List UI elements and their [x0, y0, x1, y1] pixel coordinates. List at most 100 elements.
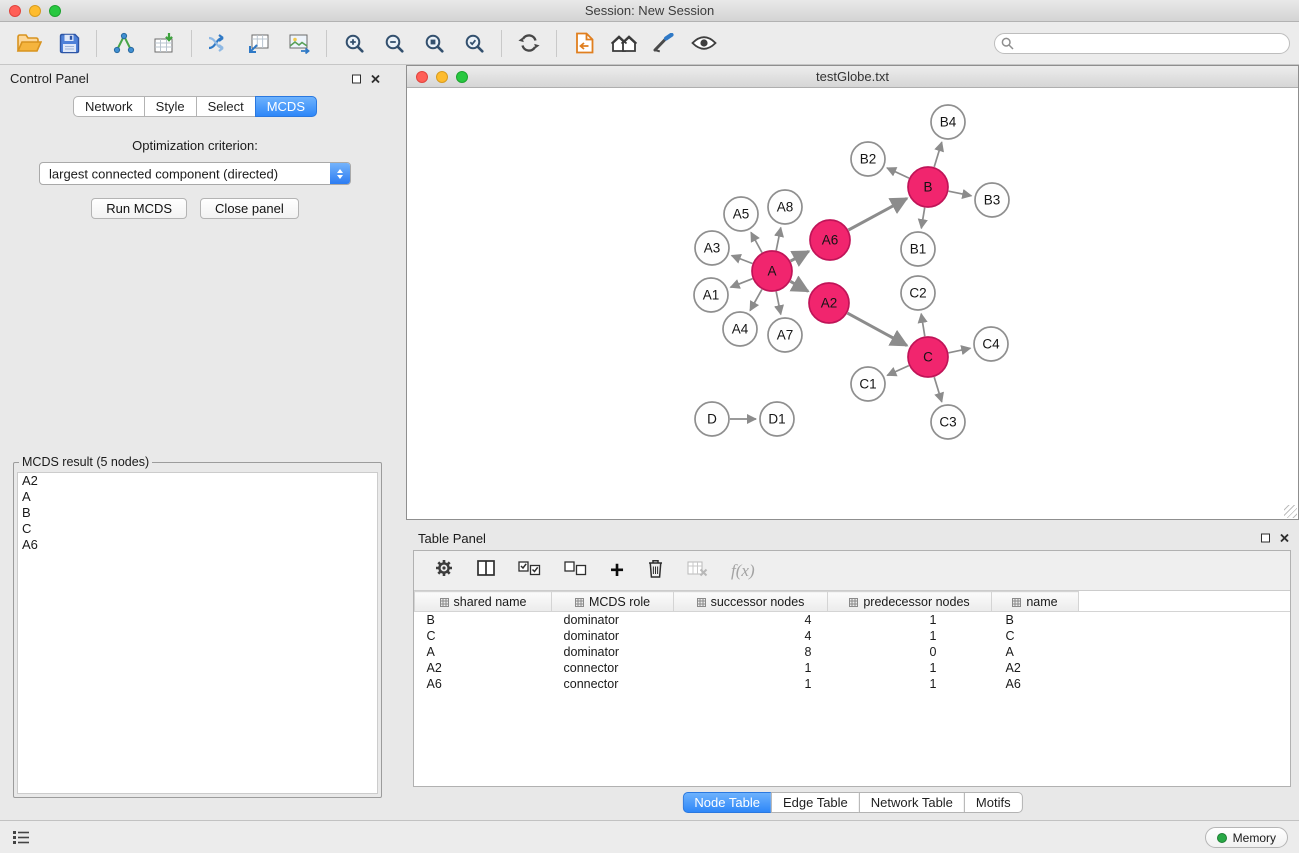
- table-row[interactable]: Bdominator41B: [415, 612, 1291, 628]
- import-network-icon[interactable]: [199, 25, 239, 61]
- graph-node-A5[interactable]: A5: [724, 197, 758, 231]
- result-item[interactable]: C: [18, 521, 377, 537]
- table-row[interactable]: Cdominator41C: [415, 628, 1291, 644]
- import-table-from-file-icon[interactable]: [144, 25, 184, 61]
- show-columns-icon[interactable]: [477, 559, 495, 582]
- graph-edge-A-A3[interactable]: [732, 256, 753, 264]
- criterion-dropdown[interactable]: largest connected component (directed): [39, 162, 351, 185]
- create-column-icon[interactable]: +: [610, 561, 624, 581]
- zoom-in-icon[interactable]: [334, 25, 374, 61]
- tab-node-table[interactable]: Node Table: [682, 792, 772, 813]
- table-row[interactable]: Adominator80A: [415, 644, 1291, 660]
- graph-node-A6[interactable]: A6: [810, 220, 850, 260]
- apply-preferred-layout-icon[interactable]: [564, 25, 604, 61]
- minimize-window-button[interactable]: [29, 5, 41, 17]
- zoom-selected-icon[interactable]: [454, 25, 494, 61]
- graph-node-A4[interactable]: A4: [723, 312, 757, 346]
- graph-edge-A2-C[interactable]: [847, 313, 907, 345]
- graph-edge-B-B2[interactable]: [887, 168, 909, 178]
- zoom-network-window-button[interactable]: [456, 71, 468, 83]
- close-network-window-button[interactable]: [416, 71, 428, 83]
- graph-edge-C-C4[interactable]: [949, 348, 971, 353]
- graph-edge-C-C1[interactable]: [887, 366, 909, 376]
- annotation-pen-icon[interactable]: [644, 25, 684, 61]
- table-row[interactable]: A2connector11A2: [415, 660, 1291, 676]
- graph-node-B4[interactable]: B4: [931, 105, 965, 139]
- graph-edge-B-B3[interactable]: [949, 191, 972, 196]
- deselect-all-rows-icon[interactable]: [564, 561, 587, 581]
- graph-node-C[interactable]: C: [908, 337, 948, 377]
- open-session-icon[interactable]: [9, 25, 49, 61]
- delete-column-icon[interactable]: [647, 558, 664, 584]
- close-window-button[interactable]: [9, 5, 21, 17]
- result-item[interactable]: B: [18, 505, 377, 521]
- graph-node-B[interactable]: B: [908, 167, 948, 207]
- zoom-window-button[interactable]: [49, 5, 61, 17]
- zoom-out-icon[interactable]: [374, 25, 414, 61]
- graph-edge-C-C3[interactable]: [934, 377, 942, 402]
- result-item[interactable]: A: [18, 489, 377, 505]
- graph-edge-A6-B[interactable]: [849, 198, 907, 230]
- result-item[interactable]: A2: [18, 473, 377, 489]
- minimize-network-window-button[interactable]: [436, 71, 448, 83]
- graph-node-A8[interactable]: A8: [768, 190, 802, 224]
- column-header-mcds-role[interactable]: MCDS role: [552, 592, 674, 612]
- graph-node-D[interactable]: D: [695, 402, 729, 436]
- column-header-predecessor-nodes[interactable]: predecessor nodes: [828, 592, 992, 612]
- memory-button[interactable]: Memory: [1205, 827, 1288, 848]
- graph-node-B2[interactable]: B2: [851, 142, 885, 176]
- graph-node-D1[interactable]: D1: [760, 402, 794, 436]
- tab-edge-table[interactable]: Edge Table: [771, 792, 860, 813]
- export-image-icon[interactable]: [279, 25, 319, 61]
- graph-node-C1[interactable]: C1: [851, 367, 885, 401]
- graph-edge-C-C2[interactable]: [921, 314, 925, 337]
- graph-node-C3[interactable]: C3: [931, 405, 965, 439]
- column-header-successor-nodes[interactable]: successor nodes: [674, 592, 828, 612]
- graph-node-A7[interactable]: A7: [768, 318, 802, 352]
- graph-node-A1[interactable]: A1: [694, 278, 728, 312]
- result-item[interactable]: A6: [18, 537, 377, 553]
- import-table-icon[interactable]: [239, 25, 279, 61]
- graph-edge-A-A1[interactable]: [731, 279, 753, 288]
- search-input[interactable]: [994, 33, 1290, 54]
- graph-node-C4[interactable]: C4: [974, 327, 1008, 361]
- network-canvas[interactable]: B4 B2 B B3 A8 A5 A6 A3 B1 A C2 A1 A2 A4 A7 C4 C C1 D D1 C3: [407, 89, 1298, 519]
- refresh-view-icon[interactable]: [509, 25, 549, 61]
- close-panel-icon[interactable]: [371, 74, 380, 83]
- graph-node-A[interactable]: A: [752, 251, 792, 291]
- graph-edge-A-A6[interactable]: [791, 251, 809, 261]
- table-settings-gear-icon[interactable]: [434, 558, 454, 583]
- tab-motifs[interactable]: Motifs: [964, 792, 1023, 813]
- save-session-icon[interactable]: [49, 25, 89, 61]
- function-builder-icon[interactable]: f(x): [731, 561, 755, 581]
- resize-grip-icon[interactable]: [1284, 505, 1297, 518]
- close-panel-button[interactable]: Close panel: [200, 198, 299, 219]
- graph-edge-A-A7[interactable]: [776, 292, 781, 315]
- tab-style[interactable]: Style: [144, 96, 197, 117]
- column-header-shared-name[interactable]: shared name: [415, 592, 552, 612]
- graph-node-B1[interactable]: B1: [901, 232, 935, 266]
- task-history-icon[interactable]: [12, 830, 30, 850]
- graph-edge-A-A8[interactable]: [776, 228, 781, 251]
- tab-select[interactable]: Select: [196, 96, 256, 117]
- graph-node-C2[interactable]: C2: [901, 276, 935, 310]
- graph-node-A3[interactable]: A3: [695, 231, 729, 265]
- zoom-fit-icon[interactable]: [414, 25, 454, 61]
- graph-node-A2[interactable]: A2: [809, 283, 849, 323]
- home-icon[interactable]: [604, 25, 644, 61]
- delete-table-icon[interactable]: [687, 560, 708, 582]
- run-mcds-button[interactable]: Run MCDS: [91, 198, 187, 219]
- graph-edge-A-A4[interactable]: [750, 289, 762, 310]
- tab-network[interactable]: Network: [73, 96, 145, 117]
- select-all-rows-icon[interactable]: [518, 561, 541, 581]
- float-panel-icon[interactable]: [352, 74, 361, 83]
- float-table-panel-icon[interactable]: [1261, 534, 1270, 543]
- graph-node-B3[interactable]: B3: [975, 183, 1009, 217]
- tab-mcds[interactable]: MCDS: [255, 96, 317, 117]
- table-row[interactable]: A6connector11A6: [415, 676, 1291, 692]
- import-network-from-file-icon[interactable]: [104, 25, 144, 61]
- graph-edge-B-B1[interactable]: [921, 208, 924, 229]
- graph-edge-A-A2[interactable]: [790, 281, 808, 291]
- graph-edge-B-B4[interactable]: [934, 142, 942, 167]
- close-table-panel-icon[interactable]: [1280, 534, 1289, 543]
